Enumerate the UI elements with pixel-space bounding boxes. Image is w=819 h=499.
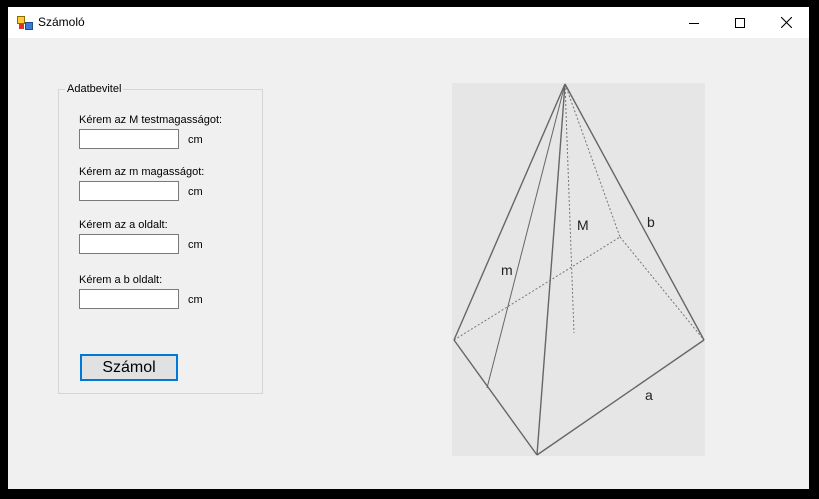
side-b-label: Kérem a b oldalt: bbox=[79, 274, 163, 286]
figure-label-b: b bbox=[647, 214, 655, 230]
figure-label-a: a bbox=[645, 387, 653, 403]
app-window: Számoló Adatbevitel Kérem az M testmagas… bbox=[8, 7, 809, 489]
title-bar[interactable]: Számoló bbox=[8, 7, 809, 38]
minimize-icon bbox=[689, 22, 699, 24]
figure-background bbox=[452, 83, 705, 456]
height-M-label: Kérem az M testmagasságot: bbox=[79, 114, 223, 126]
side-a-label: Kérem az a oldalt: bbox=[79, 219, 168, 231]
calculate-button[interactable]: Számol bbox=[80, 354, 178, 381]
height-m-input[interactable] bbox=[79, 181, 179, 201]
height-M-input[interactable] bbox=[79, 129, 179, 149]
side-a-unit: cm bbox=[188, 239, 203, 251]
close-icon bbox=[780, 17, 792, 28]
pyramid-figure: M m b a bbox=[452, 83, 705, 456]
maximize-button[interactable] bbox=[717, 7, 763, 38]
maximize-icon bbox=[735, 17, 745, 28]
side-a-input[interactable] bbox=[79, 234, 179, 254]
app-icon bbox=[17, 15, 33, 31]
height-m-label: Kérem az m magasságot: bbox=[79, 166, 205, 178]
figure-label-m: m bbox=[501, 262, 513, 278]
figure-label-M: M bbox=[577, 217, 589, 233]
groupbox-label: Adatbevitel bbox=[65, 83, 124, 95]
height-m-unit: cm bbox=[188, 186, 203, 198]
side-b-unit: cm bbox=[188, 294, 203, 306]
close-button[interactable] bbox=[763, 7, 809, 38]
height-M-unit: cm bbox=[188, 134, 203, 146]
side-b-input[interactable] bbox=[79, 289, 179, 309]
window-title: Számoló bbox=[38, 15, 85, 29]
minimize-button[interactable] bbox=[671, 7, 717, 38]
